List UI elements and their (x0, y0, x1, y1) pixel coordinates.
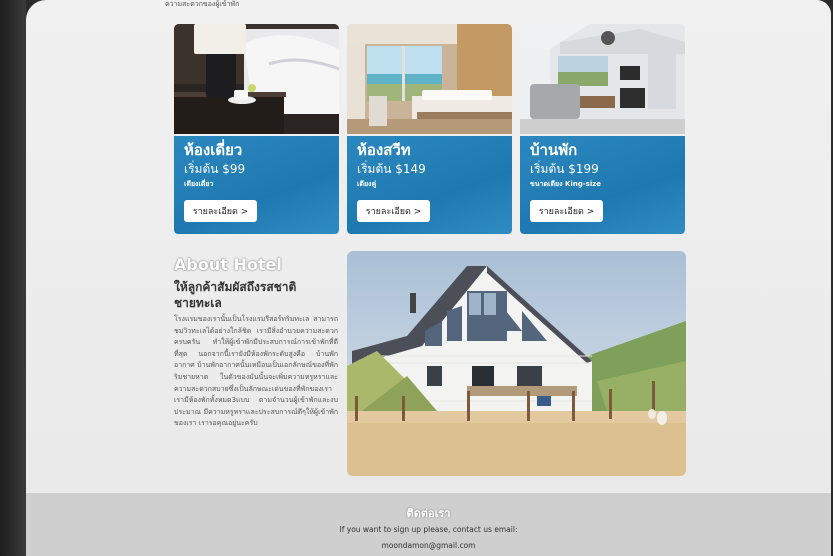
room-price: เริ่มต้น $99 (184, 162, 246, 176)
room-info-suite: ห้องสวีท เริ่มต้น $149 เตียงคู่ รายละเอี… (347, 136, 512, 234)
page: ความสะดวกของผู้เข้าพัก ห้องเดี่ยว เริ่มต… (26, 0, 831, 556)
room-bed-type: เตียงเดี่ยว (184, 180, 214, 188)
room-info-single: ห้องเดี่ยว เริ่มต้น $99 เตียงเดี่ยว รายล… (174, 136, 339, 234)
details-button[interactable]: รายละเอียด > (530, 200, 603, 222)
room-image-house (520, 24, 685, 134)
room-image-single (174, 24, 339, 134)
details-button[interactable]: รายละเอียด > (184, 200, 257, 222)
section-caption: ความสะดวกของผู้เข้าพัก (165, 0, 240, 8)
footer-email-link[interactable]: moondamon@gmail.com (26, 541, 831, 550)
room-card-single: ห้องเดี่ยว เริ่มต้น $99 เตียงเดี่ยว รายล… (174, 24, 339, 234)
room-price: เริ่มต้น $199 (530, 162, 599, 176)
beach-house-image (347, 251, 686, 476)
room-bed-type: ขนาดเตียง King-size (530, 180, 602, 188)
footer-signup-text: If you want to sign up please, contact u… (339, 525, 518, 534)
about-body-text: โรงแรมของเรานั้นเป็นโรงแรมรีสอร์ทริมทะเล… (174, 315, 338, 428)
room-title: ห้องสวีท (357, 141, 411, 159)
about-subheading: ให้ลูกค้าสัมผัสถึงรสชาติชายทะเล (174, 280, 297, 310)
footer: ติดต่อเรา If you want to sign up please,… (26, 493, 831, 556)
room-title: ห้องเดี่ยว (184, 141, 243, 159)
about-heading: About Hotel (174, 255, 282, 274)
footer-title: ติดต่อเรา (406, 507, 451, 520)
room-price: เริ่มต้น $149 (357, 162, 426, 176)
room-title: บ้านพัก (530, 141, 578, 159)
room-card-house: บ้านพัก เริ่มต้น $199 ขนาดเตียง King-siz… (520, 24, 685, 234)
room-card-suite: ห้องสวีท เริ่มต้น $149 เตียงคู่ รายละเอี… (347, 24, 512, 234)
room-image-suite (347, 24, 512, 134)
room-bed-type: เตียงคู่ (357, 180, 377, 188)
room-info-house: บ้านพัก เริ่มต้น $199 ขนาดเตียง King-siz… (520, 136, 685, 234)
browser-frame (0, 0, 26, 556)
details-button[interactable]: รายละเอียด > (357, 200, 430, 222)
